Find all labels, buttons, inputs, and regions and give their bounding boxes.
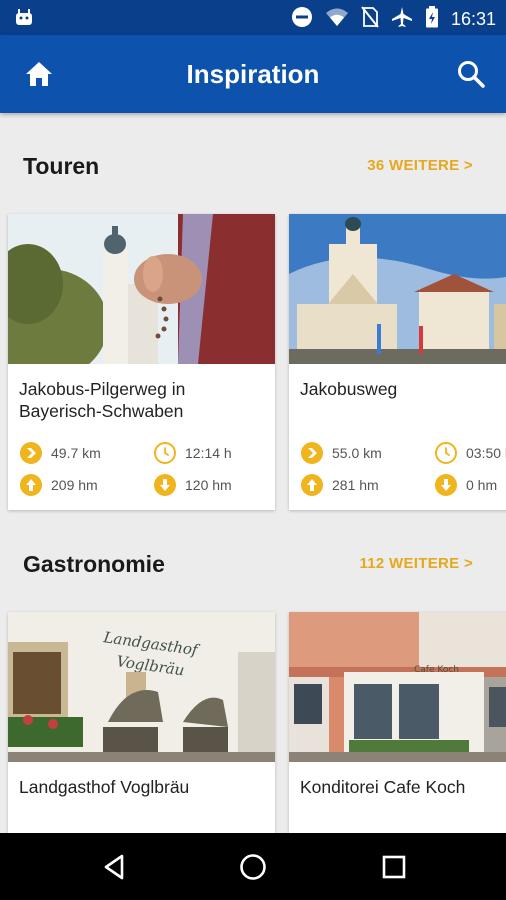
recents-square-icon[interactable] (378, 851, 410, 883)
distance-value: 49.7 km (51, 445, 101, 461)
distance-arrow-icon (20, 442, 42, 464)
page-title: Inspiration (186, 59, 320, 89)
search-icon[interactable] (454, 57, 488, 91)
restaurant-name: Konditorei Cafe Koch (300, 777, 466, 797)
descent-arrow-icon (435, 474, 457, 496)
stat-ascent: 281 hm (301, 474, 379, 496)
more-link-touren[interactable]: 36 WEITERE > (367, 157, 473, 174)
gastronomy-card[interactable]: Cafe Koch Konditorei Cafe Koch (289, 612, 506, 833)
section-title: Gastronomie (23, 551, 165, 577)
tour-photo (289, 214, 506, 364)
ascent-value: 209 hm (51, 477, 98, 493)
descent-arrow-icon (154, 474, 176, 496)
restaurant-photo: Cafe Koch (289, 612, 506, 762)
section-header-gastronomie: Gastronomie 112 WEITERE > (0, 545, 506, 585)
stat-duration: 12:14 h (154, 442, 232, 464)
clock-icon (154, 442, 176, 464)
stat-descent: 120 hm (154, 474, 232, 496)
tour-photo (8, 214, 275, 364)
ascent-arrow-icon (20, 474, 42, 496)
status-time: 16:31 (450, 9, 496, 29)
back-triangle-icon[interactable] (98, 851, 130, 883)
distance-arrow-icon (301, 442, 323, 464)
stat-duration: 03:50 h (435, 442, 506, 464)
section-header-touren: Touren 36 WEITERE > (0, 147, 506, 187)
status-bar: 16:31 (0, 0, 506, 35)
tour-name: Jakobusweg (300, 379, 398, 399)
wifi-icon (325, 7, 349, 32)
system-nav-bar (0, 833, 506, 900)
descent-value: 0 hm (466, 477, 498, 493)
restaurant-photo: Landgasthof Voglbräu (8, 612, 275, 762)
battery-icon (425, 6, 439, 33)
restaurant-name: Landgasthof Voglbräu (19, 777, 190, 797)
do-not-disturb-icon (291, 6, 313, 33)
tour-card[interactable]: Jakobus-Pilgerweg in Bayerisch-Schwaben … (8, 214, 275, 510)
duration-value: 03:50 h (466, 445, 506, 461)
distance-value: 55.0 km (332, 445, 382, 461)
android-notification-icon (14, 8, 34, 33)
ascent-value: 281 hm (332, 477, 379, 493)
stat-distance: 49.7 km (20, 442, 101, 464)
stat-ascent: 209 hm (20, 474, 98, 496)
svg-text:Cafe Koch: Cafe Koch (414, 665, 459, 675)
home-circle-icon[interactable] (237, 851, 269, 883)
gastronomy-card[interactable]: Landgasthof Voglbräu Landgasthof Voglbrä… (8, 612, 275, 833)
clock-icon (435, 442, 457, 464)
airplane-mode-icon (391, 6, 413, 33)
tour-card[interactable]: Jakobusweg 55.0 km 03:50 h 281 hm 0 hm (289, 214, 506, 510)
descent-value: 120 hm (185, 477, 232, 493)
stat-distance: 55.0 km (301, 442, 382, 464)
content-area[interactable]: Touren 36 WEITERE > Jakobus-Pilgerweg in… (0, 113, 506, 833)
app-bar: Inspiration (0, 35, 506, 113)
tour-name: Jakobus-Pilgerweg in Bayerisch-Schwaben (19, 379, 186, 421)
ascent-arrow-icon (301, 474, 323, 496)
duration-value: 12:14 h (185, 445, 232, 461)
section-title: Touren (23, 153, 100, 179)
stat-descent: 0 hm (435, 474, 497, 496)
no-sim-icon (361, 6, 379, 33)
more-link-gastronomie[interactable]: 112 WEITERE > (359, 555, 473, 572)
